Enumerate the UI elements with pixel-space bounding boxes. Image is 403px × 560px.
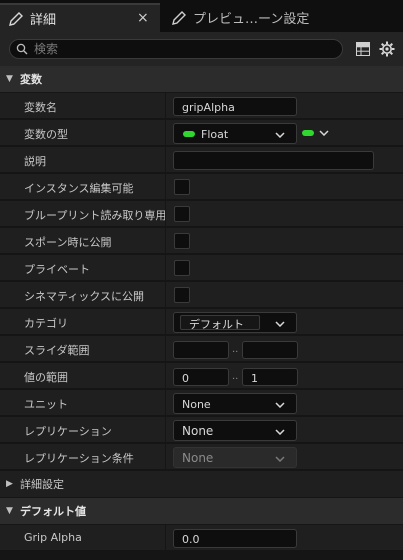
advanced-settings-label: 詳細設定 <box>20 478 64 491</box>
chevron-down-icon <box>275 456 285 462</box>
pencil-icon <box>172 10 186 25</box>
gear-icon[interactable] <box>379 41 395 57</box>
private-checkbox[interactable] <box>174 260 190 276</box>
search-icon <box>16 43 28 55</box>
label: 説明 <box>24 155 46 168</box>
search-row <box>0 32 403 66</box>
float-pin-icon <box>183 131 195 137</box>
advanced-settings-expander[interactable]: ▶ 詳細設定 <box>0 471 403 498</box>
caret-down-icon: ▼ <box>6 74 13 84</box>
row-category: カテゴリ デフォルト <box>0 309 403 335</box>
container-type-dropdown[interactable] <box>300 125 332 141</box>
slider-range-min-input[interactable] <box>173 341 229 359</box>
variable-type-dropdown[interactable]: Float <box>173 123 297 144</box>
label: プライベート <box>24 263 90 276</box>
chevron-down-icon <box>275 321 285 327</box>
units-dropdown[interactable]: None <box>173 393 297 414</box>
slider-range-max-input[interactable] <box>242 341 298 359</box>
row-value-range: 値の範囲 0 .. 1 <box>0 363 403 389</box>
label: ユニット <box>24 398 68 411</box>
single-pin-icon <box>302 130 314 136</box>
label: インスタンス編集可能 <box>24 182 134 195</box>
section-variables[interactable]: ▼ 変数 <box>0 66 403 92</box>
category-input[interactable]: デフォルト <box>180 315 260 331</box>
tab-details[interactable]: 詳細 × <box>0 3 160 32</box>
section-default-value-title: デフォルト値 <box>20 505 86 518</box>
close-icon[interactable]: × <box>137 10 149 26</box>
tab-bar: 詳細 × プレビュ…ーン設定 <box>0 0 403 32</box>
row-instance-editable: インスタンス編集可能 <box>0 174 403 200</box>
table-view-icon[interactable] <box>356 42 370 56</box>
row-variable-name: 変数名 gripAlpha <box>0 93 403 119</box>
tab-preview-settings-label: プレビュ…ーン設定 <box>193 12 310 27</box>
replication-dropdown[interactable]: None <box>173 420 297 441</box>
label: 変数名 <box>24 101 57 114</box>
label: スライダ範囲 <box>24 344 90 357</box>
row-grip-alpha: Grip Alpha 0.0 <box>0 525 403 551</box>
search-input[interactable] <box>34 40 334 58</box>
row-units: ユニット None <box>0 390 403 416</box>
chevron-down-icon <box>275 429 285 435</box>
label: 値の範囲 <box>24 371 68 384</box>
range-separator: .. <box>232 344 239 355</box>
pencil-icon <box>9 11 23 26</box>
row-description: 説明 <box>0 147 403 173</box>
row-slider-range: スライダ範囲 .. <box>0 336 403 362</box>
value-range-min-input[interactable]: 0 <box>173 368 229 386</box>
replication-condition-dropdown: None <box>173 447 297 468</box>
variable-name-input[interactable]: gripAlpha <box>173 97 297 116</box>
label: 変数の型 <box>24 128 68 141</box>
section-default-value[interactable]: ▼ デフォルト値 <box>0 498 403 524</box>
category-combobox[interactable]: デフォルト <box>173 312 297 333</box>
grip-alpha-input[interactable]: 0.0 <box>173 529 297 548</box>
row-replication: レプリケーション None <box>0 417 403 443</box>
row-expose-on-spawn: スポーン時に公開 <box>0 228 403 254</box>
chevron-down-icon <box>275 132 285 138</box>
row-private: プライベート <box>0 255 403 281</box>
expose-on-spawn-checkbox[interactable] <box>174 233 190 249</box>
expose-cinematics-checkbox[interactable] <box>174 287 190 303</box>
blueprint-readonly-checkbox[interactable] <box>174 206 190 222</box>
label: レプリケーション <box>24 425 112 438</box>
row-expose-cinematics: シネマティックスに公開 <box>0 282 403 308</box>
row-variable-type: 変数の型 Float <box>0 120 403 146</box>
description-input[interactable] <box>173 151 374 170</box>
caret-down-icon: ▼ <box>6 506 13 516</box>
label: シネマティックスに公開 <box>24 290 145 303</box>
tab-preview-settings[interactable]: プレビュ…ーン設定 <box>163 3 403 32</box>
label: ブループリント読み取り専用 <box>24 209 167 222</box>
tab-details-label: 詳細 <box>30 13 57 28</box>
value-range-max-input[interactable]: 1 <box>242 368 298 386</box>
search-box[interactable] <box>9 39 343 59</box>
row-blueprint-readonly: ブループリント読み取り専用 <box>0 201 403 227</box>
label: レプリケーション条件 <box>24 452 134 465</box>
label: スポーン時に公開 <box>24 236 112 249</box>
label: Grip Alpha <box>24 531 82 544</box>
instance-editable-checkbox[interactable] <box>174 179 190 195</box>
row-replication-condition: レプリケーション条件 None <box>0 444 403 470</box>
range-separator: .. <box>232 371 239 382</box>
label: カテゴリ <box>24 317 68 330</box>
chevron-down-icon <box>275 402 285 408</box>
section-variables-title: 変数 <box>20 73 42 86</box>
chevron-down-icon <box>319 130 329 136</box>
caret-right-icon: ▶ <box>6 479 13 489</box>
